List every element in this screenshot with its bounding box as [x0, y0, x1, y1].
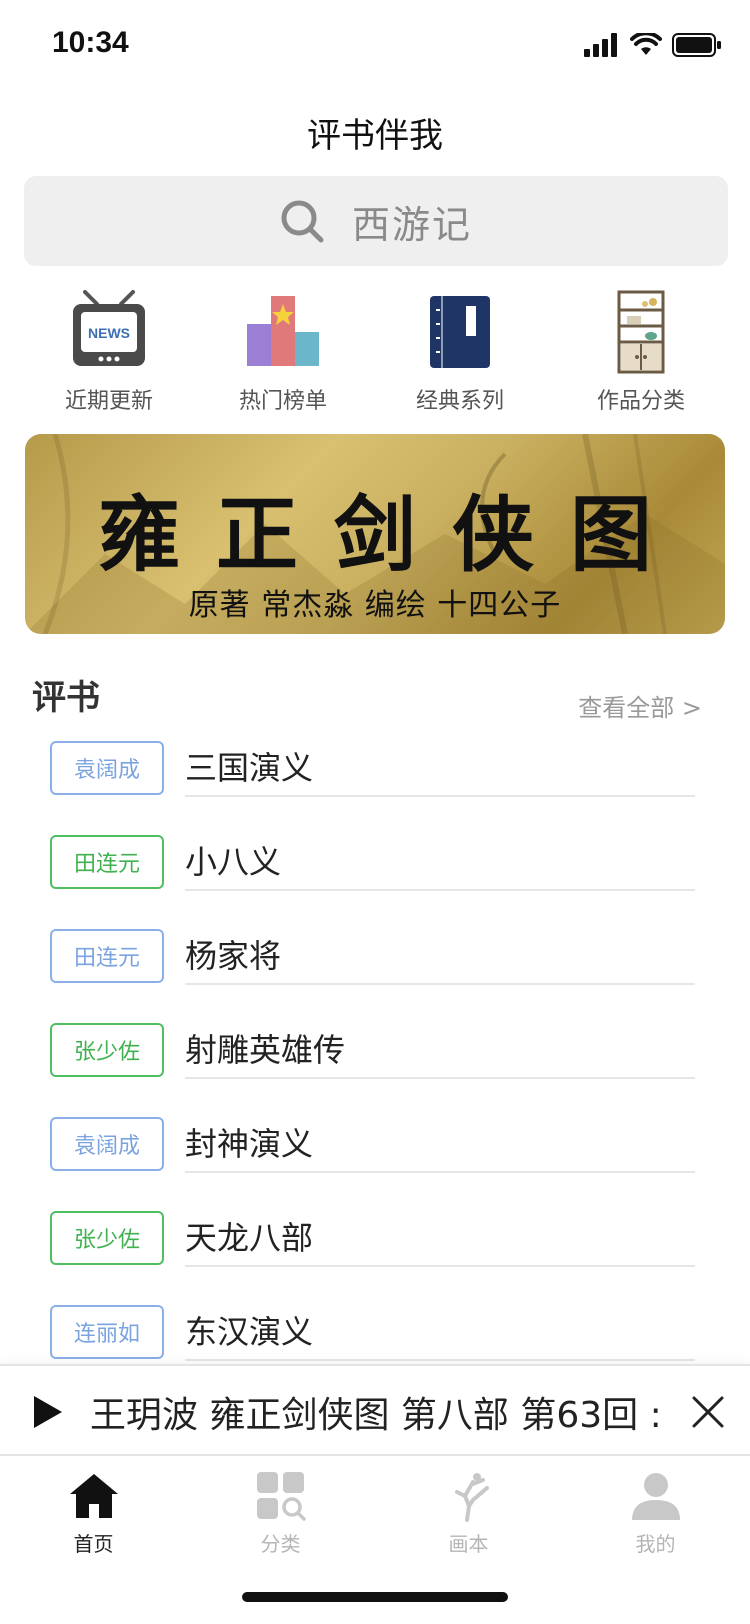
cellular-signal-icon: [584, 33, 617, 57]
tab-label: 画本: [448, 1532, 489, 1556]
list-item[interactable]: 田连元 杨家将: [0, 923, 750, 1017]
kick-figure-icon: [454, 1473, 489, 1522]
section-title: 评书: [32, 678, 100, 718]
svg-text:NEWS: NEWS: [88, 325, 130, 341]
bookshelf-icon: [617, 290, 665, 374]
category-search-icon: [256, 1472, 306, 1521]
book-title: 东汉演义: [185, 1313, 314, 1351]
status-bar: 10:34: [0, 0, 750, 90]
page-title: 评书伴我: [307, 116, 443, 156]
author-tag[interactable]: 连丽如: [50, 1305, 164, 1359]
divider: [185, 795, 695, 797]
book-title: 小八义: [185, 843, 282, 881]
tv-news-icon: NEWS: [73, 290, 145, 366]
divider: [185, 1265, 695, 1267]
author-tag[interactable]: 田连元: [50, 929, 164, 983]
status-icons: [584, 30, 722, 60]
banner-title: 雍正剑侠图: [97, 487, 688, 583]
list-item[interactable]: 袁阔成 封神演义: [0, 1111, 750, 1205]
divider: [185, 1171, 695, 1173]
divider: [185, 889, 695, 891]
book-icon: [430, 296, 490, 368]
wifi-icon: [630, 33, 662, 55]
book-title: 杨家将: [185, 937, 282, 975]
profile-icon: [631, 1473, 680, 1520]
author-tag[interactable]: 袁阔成: [50, 1117, 164, 1171]
quick-link-hot-charts[interactable]: 热门榜单: [193, 290, 373, 420]
list-item[interactable]: 田连元 小八义: [0, 829, 750, 923]
promo-banner[interactable]: 雍正剑侠图 原著 常杰淼 编绘 十四公子: [25, 434, 725, 634]
list-item[interactable]: 张少佐 射雕英雄传: [0, 1017, 750, 1111]
quick-link-label: 经典系列: [415, 389, 504, 414]
tab-label: 我的: [635, 1532, 676, 1556]
banner-subtitle: 原著 常杰淼 编绘 十四公子: [188, 588, 562, 623]
divider: [185, 1077, 695, 1079]
section-header: 评书 查看全部 >: [32, 670, 702, 723]
list-item[interactable]: 张少佐 天龙八部: [0, 1205, 750, 1299]
podium-ranking-icon: [247, 296, 319, 366]
quick-link-recent-updates[interactable]: NEWS 近期更新: [19, 290, 199, 420]
list-item[interactable]: 袁阔成 三国演义: [0, 735, 750, 829]
tab-profile[interactable]: 我的: [562, 1470, 749, 1560]
quick-link-label: 近期更新: [64, 389, 153, 414]
tab-picture-book[interactable]: 画本: [375, 1470, 562, 1560]
play-icon[interactable]: [30, 1394, 66, 1430]
tab-label: 分类: [260, 1532, 301, 1556]
author-tag[interactable]: 张少佐: [50, 1023, 164, 1077]
divider: [185, 983, 695, 985]
divider: [185, 1359, 695, 1361]
view-all-link[interactable]: 查看全部 >: [578, 688, 702, 723]
search-bar[interactable]: 西游记: [24, 176, 728, 266]
author-tag[interactable]: 袁阔成: [50, 741, 164, 795]
search-placeholder: 西游记: [351, 202, 472, 247]
quick-link-categories[interactable]: 作品分类: [551, 290, 731, 420]
battery-icon: [672, 33, 721, 57]
book-title: 封神演义: [185, 1125, 314, 1163]
home-icon: [69, 1474, 118, 1518]
tab-category[interactable]: 分类: [187, 1470, 374, 1560]
book-title: 天龙八部: [185, 1219, 314, 1257]
search-icon: [281, 200, 324, 243]
tab-home[interactable]: 首页: [0, 1470, 187, 1560]
author-tag[interactable]: 张少佐: [50, 1211, 164, 1265]
quick-link-label: 热门榜单: [238, 389, 327, 414]
quick-link-label: 作品分类: [596, 389, 685, 414]
close-icon[interactable]: [686, 1390, 730, 1434]
status-time: 10:34: [52, 26, 129, 59]
now-playing-title: 王玥波 雍正剑侠图 第八部 第63回 :: [90, 1395, 662, 1436]
quick-links: NEWS 近期更新 热门榜单 经典系列 作品分类: [0, 290, 750, 420]
mini-player[interactable]: 王玥波 雍正剑侠图 第八部 第63回 :: [0, 1364, 750, 1456]
quick-link-classic-series[interactable]: 经典系列: [370, 290, 550, 420]
home-indicator[interactable]: [242, 1592, 508, 1602]
book-title: 三国演义: [185, 749, 314, 787]
tab-label: 首页: [73, 1532, 114, 1556]
book-title: 射雕英雄传: [185, 1031, 346, 1069]
author-tag[interactable]: 田连元: [50, 835, 164, 889]
